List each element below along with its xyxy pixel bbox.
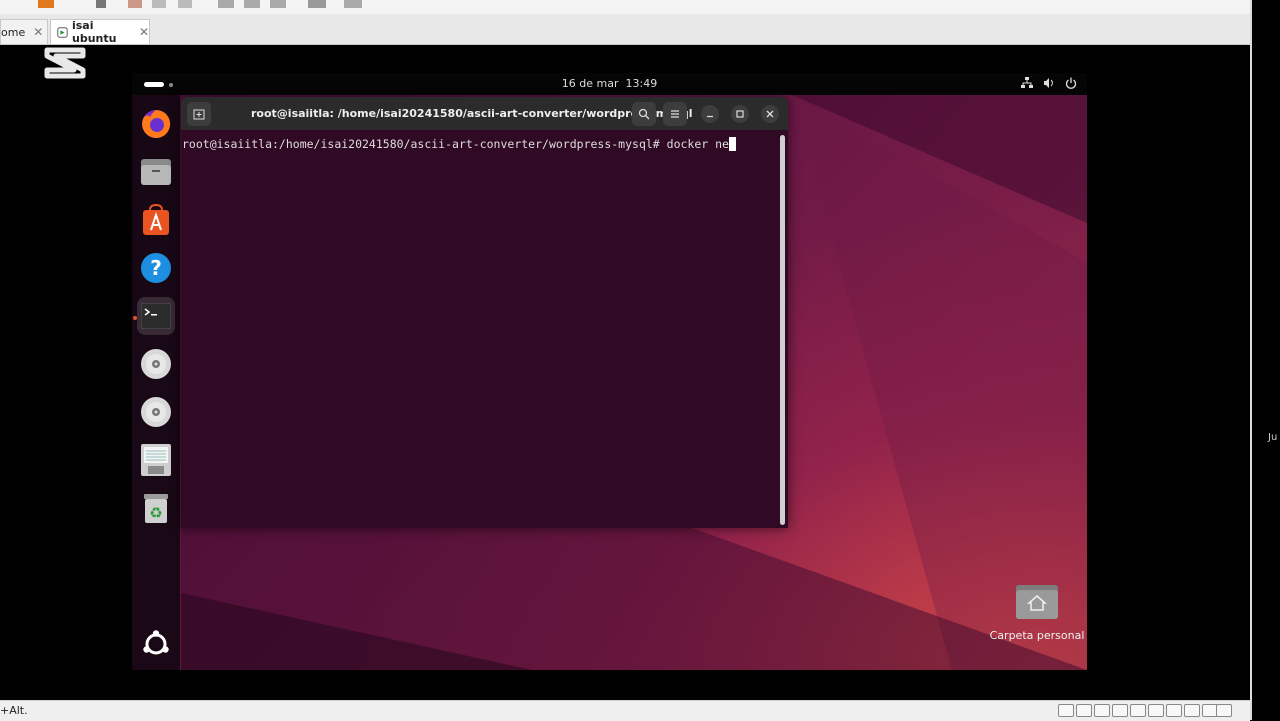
gnome-topbar: 16 de mar 13:49: [132, 73, 1087, 95]
vm-tab-icon: [57, 26, 68, 38]
clock[interactable]: 16 de mar 13:49: [132, 77, 1087, 90]
host-tab-home[interactable]: ome ✕: [0, 19, 48, 44]
host-tool-icon[interactable]: [178, 0, 192, 8]
text-cursor: [728, 137, 736, 151]
tab-label: ome: [1, 25, 26, 39]
terminal-body[interactable]: root@isaiitla:/home/isai20241580/ascii-a…: [181, 130, 788, 528]
power-icon: [1065, 77, 1077, 89]
dock-item-disc-2[interactable]: [137, 393, 175, 431]
firefox-icon: [142, 109, 171, 138]
network-adapter-icon[interactable]: [1148, 704, 1164, 717]
close-icon: [766, 110, 774, 118]
dock-item-firefox[interactable]: [137, 105, 175, 143]
menu-button[interactable]: [663, 102, 687, 126]
vm-status-icons: [1058, 704, 1218, 717]
files-icon: [141, 159, 171, 185]
tab-label: isai ubuntu: [71, 19, 117, 45]
shell-prompt: root@isaiitla:/home/isai20241580/ascii-a…: [182, 137, 660, 151]
host-tool-icon[interactable]: [218, 0, 234, 8]
terminal-icon: [141, 303, 171, 329]
shared-folder-icon[interactable]: [1166, 704, 1182, 717]
maximize-button[interactable]: [731, 105, 749, 123]
ubuntu-logo-icon: [143, 630, 169, 655]
search-button[interactable]: [632, 102, 656, 126]
optical-drive-icon[interactable]: [1094, 704, 1110, 717]
usb-icon[interactable]: [1130, 704, 1146, 717]
terminal-headerbar[interactable]: root@isaiitla: /home/isai20241580/ascii-…: [181, 97, 788, 130]
system-tray[interactable]: [1021, 77, 1077, 89]
maximize-icon: [736, 110, 744, 118]
close-button[interactable]: [761, 105, 779, 123]
host-tool-icon[interactable]: [96, 0, 106, 8]
host-key-hint: +Alt.: [0, 704, 28, 717]
host-tool-icon[interactable]: [244, 0, 260, 8]
guest-desktop[interactable]: 16 de mar 13:49 ? ♻ root@isaiitla: /home…: [132, 73, 1087, 670]
svg-text:♻: ♻: [149, 504, 162, 522]
dock-item-files[interactable]: [137, 153, 175, 191]
host-tool-icon[interactable]: [308, 0, 326, 8]
trash-icon: ♻: [144, 494, 168, 523]
disc-icon: [141, 349, 171, 379]
dock-item-floppy[interactable]: [137, 441, 175, 479]
terminal-scrollbar[interactable]: [780, 135, 785, 525]
optical-drive-icon[interactable]: [1076, 704, 1092, 717]
side-text: Ju: [1268, 432, 1278, 443]
home-folder-label: Carpeta personal: [989, 629, 1085, 642]
dock-item-help[interactable]: ?: [137, 249, 175, 287]
host-right-strip: [1250, 0, 1280, 720]
display-icon[interactable]: [1184, 704, 1200, 717]
host-tool-icon[interactable]: [270, 0, 286, 8]
dock-item-show-apps[interactable]: [137, 625, 175, 663]
volume-icon: [1044, 78, 1053, 88]
desktop-icon-home[interactable]: Carpeta personal: [987, 585, 1087, 642]
dock-item-disc-1[interactable]: [137, 345, 175, 383]
host-toolbar: [0, 0, 1250, 15]
host-tool-icon[interactable]: [128, 0, 142, 8]
dock-item-app-center[interactable]: [137, 201, 175, 239]
new-tab-icon: [193, 109, 205, 120]
host-tabbar: ome ✕ isai ubuntu ✕: [0, 14, 1250, 45]
help-icon: ?: [141, 253, 171, 283]
svg-text:?: ?: [150, 256, 162, 280]
search-icon: [638, 108, 650, 120]
minimize-icon: [707, 115, 713, 118]
minimize-button[interactable]: [701, 105, 719, 123]
host-key-icon[interactable]: [1216, 704, 1232, 717]
hamburger-menu-icon: [671, 110, 679, 118]
host-tool-icon[interactable]: [344, 0, 362, 8]
capcut-logo: [44, 47, 86, 79]
host-tool-icon[interactable]: [152, 0, 166, 8]
floppy-drive-icon[interactable]: [1112, 704, 1128, 717]
dock-item-terminal[interactable]: [137, 297, 175, 335]
dock: ? ♻: [132, 95, 180, 670]
terminal-title: root@isaiitla: /home/isai20241580/ascii-…: [251, 107, 693, 120]
clock-date: 16 de mar: [561, 77, 619, 90]
floppy-icon: [141, 444, 171, 476]
terminal-window[interactable]: root@isaiitla: /home/isai20241580/ascii-…: [181, 97, 788, 528]
typed-command: docker ne: [659, 137, 729, 151]
tab-close-icon[interactable]: ✕: [139, 25, 149, 39]
prompt-line: root@isaiitla:/home/isai20241580/ascii-a…: [182, 137, 736, 151]
network-icon: [1021, 77, 1033, 88]
host-tab-isai-ubuntu[interactable]: isai ubuntu ✕: [50, 19, 150, 45]
tab-close-icon[interactable]: ✕: [33, 25, 43, 39]
clock-time: 13:49: [625, 77, 658, 90]
host-tool-icon[interactable]: [38, 0, 54, 8]
new-tab-button[interactable]: [187, 102, 211, 126]
dock-item-trash[interactable]: ♻: [137, 489, 175, 527]
disc-icon: [141, 397, 171, 427]
hard-disk-icon[interactable]: [1058, 704, 1074, 717]
app-center-icon: [143, 204, 169, 235]
home-folder-icon: [1016, 585, 1058, 619]
host-statusbar: +Alt.: [0, 700, 1250, 721]
